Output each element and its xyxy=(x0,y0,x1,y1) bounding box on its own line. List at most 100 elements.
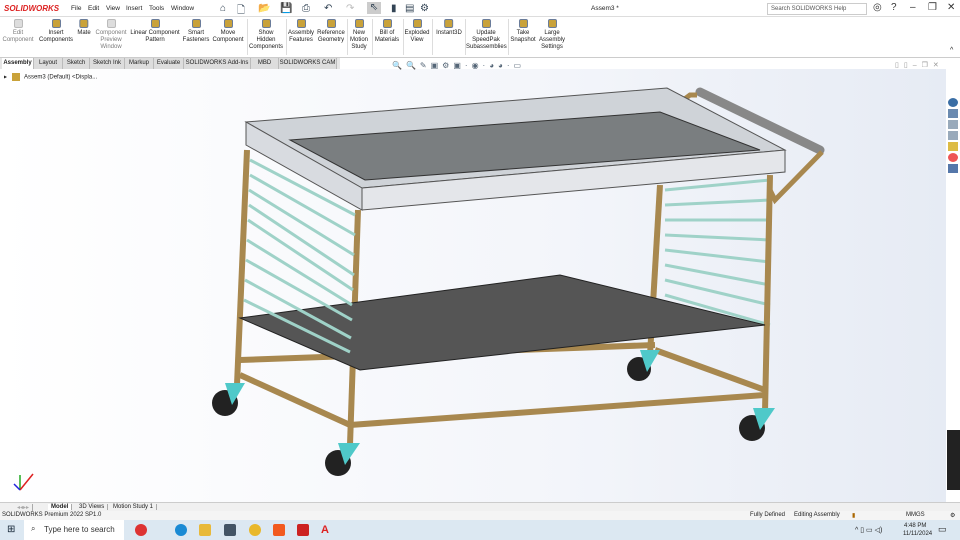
menu-window[interactable]: Window xyxy=(171,5,194,12)
tab-evaluate[interactable]: Evaluate xyxy=(154,58,184,69)
side-toolbar[interactable] xyxy=(947,430,960,490)
tab-layout[interactable]: Layout xyxy=(34,58,63,69)
definition-status: Fully Defined xyxy=(750,512,786,518)
status-settings-icon[interactable]: ⚙ xyxy=(950,512,955,519)
undo-icon[interactable]: ↶ xyxy=(324,3,332,14)
solidworks-logo: SOLIDWORKS xyxy=(4,4,60,13)
calculator-icon[interactable] xyxy=(224,524,236,536)
tab-solidworks-cam[interactable]: SOLIDWORKS CAM xyxy=(279,58,337,69)
print-icon[interactable]: ⎙ xyxy=(302,3,310,14)
minimize-button[interactable]: – xyxy=(910,2,916,13)
brave-icon[interactable] xyxy=(273,524,285,536)
system-tray-icons[interactable]: ^ ▯ ▭ ◁) xyxy=(855,526,882,534)
large-assembly-settings-button[interactable]: Large Assembly Settings xyxy=(538,19,566,50)
pattern-icon xyxy=(150,19,160,28)
collapse-ribbon-icon[interactable]: ^ xyxy=(950,47,953,54)
tab-model[interactable]: Model xyxy=(48,504,73,510)
show-hidden-components-button[interactable]: Show Hidden Components xyxy=(249,19,283,50)
help-search-input[interactable]: Search SOLIDWORKS Help xyxy=(767,3,867,15)
tab-markup[interactable]: Markup xyxy=(125,58,154,69)
notifications-icon[interactable]: ▭ xyxy=(938,524,947,535)
insert-components-icon xyxy=(51,19,61,28)
clock-time[interactable]: 4:48 PM xyxy=(904,523,926,529)
tab-assembly[interactable]: Assembly xyxy=(2,58,34,69)
rebuild-icon[interactable]: ▮ xyxy=(391,3,397,14)
graphics-area[interactable] xyxy=(0,69,946,502)
tab-scroll-arrows-icon[interactable]: ◂◂▸▸ xyxy=(14,504,34,511)
account-icon[interactable]: ◎ xyxy=(873,2,882,13)
tab-motion-study-1[interactable]: Motion Study 1 xyxy=(110,504,158,510)
windows-start-icon[interactable]: ⊞ xyxy=(7,524,15,535)
close-button[interactable]: ✕ xyxy=(947,2,955,13)
menu-insert[interactable]: Insert xyxy=(126,5,142,12)
clock-date[interactable]: 11/11/2024 xyxy=(903,531,932,537)
take-snapshot-button[interactable]: Take Snapshot xyxy=(510,19,536,44)
right-slats xyxy=(664,178,771,327)
exploded-view-button[interactable]: Exploded View xyxy=(404,19,430,44)
mate-icon xyxy=(79,19,89,28)
options-gear-icon[interactable]: ⚙ xyxy=(420,3,429,14)
menu-edit[interactable]: Edit xyxy=(88,5,99,12)
tree-item-assem3[interactable]: Assem3 (Default) <Displa... xyxy=(24,75,97,81)
large-assembly-icon xyxy=(547,19,557,28)
instant3d-button[interactable]: Instant3D xyxy=(436,19,462,37)
menu-file[interactable]: File xyxy=(71,5,81,12)
design-library-icon[interactable] xyxy=(948,109,958,118)
open-icon[interactable]: 📂 xyxy=(258,3,270,14)
solidworks-taskbar-icon[interactable] xyxy=(297,524,309,536)
select-icon[interactable]: ⇖ xyxy=(367,2,381,14)
task-pane-tabs[interactable] xyxy=(946,96,960,196)
preview-window-icon xyxy=(106,19,116,28)
save-icon[interactable]: 💾 xyxy=(280,3,292,14)
solidworks-forum-icon[interactable] xyxy=(948,164,958,173)
bill-of-materials-button[interactable]: Bill of Materials xyxy=(374,19,400,44)
file-explorer-taskbar-icon[interactable] xyxy=(199,524,211,536)
linear-component-pattern-button[interactable]: Linear Component Pattern xyxy=(129,19,181,44)
speedpak-icon xyxy=(481,19,491,28)
heads-up-view-toolbar[interactable]: 🔍🔍✎▣⚙▣·◉·◕◕·▭ xyxy=(392,61,525,70)
tab-solidworks-add-ins[interactable]: SOLIDWORKS Add-Ins xyxy=(184,58,251,69)
edge-icon[interactable] xyxy=(175,524,187,536)
restore-button[interactable]: ❐ xyxy=(928,2,937,13)
insert-components-button[interactable]: Insert Components xyxy=(38,19,74,44)
assembly-features-button[interactable]: Assembly Features xyxy=(286,19,316,44)
news-widget-icon[interactable] xyxy=(135,524,147,536)
menu-tools[interactable]: Tools xyxy=(149,5,164,12)
redo-icon[interactable]: ↷ xyxy=(346,3,354,14)
home-icon[interactable]: ⌂ xyxy=(220,3,226,14)
rebuild-indicator-icon: ▮ xyxy=(852,513,856,519)
appearances-icon[interactable] xyxy=(948,142,958,151)
exploded-view-icon xyxy=(412,19,422,28)
view-palette-icon[interactable] xyxy=(948,131,958,140)
document-title: Assem3 * xyxy=(591,5,619,12)
move-component-icon xyxy=(223,19,233,28)
tab-sketch[interactable]: Sketch xyxy=(63,58,90,69)
chrome-icon[interactable] xyxy=(249,524,261,536)
move-component-button[interactable]: Move Component xyxy=(211,19,245,44)
file-properties-icon[interactable]: ▤ xyxy=(405,3,414,14)
unit-system[interactable]: MMGS xyxy=(906,512,925,518)
custom-properties-icon[interactable] xyxy=(948,153,958,162)
mate-button[interactable]: Mate xyxy=(77,19,91,37)
file-explorer-icon[interactable] xyxy=(948,120,958,129)
tab-3d-views[interactable]: 3D Views xyxy=(76,504,109,510)
smart-fasteners-button[interactable]: Smart Fasteners xyxy=(182,19,210,44)
viewport-window-controls[interactable]: ▯▯–❐✕ xyxy=(895,61,944,69)
help-icon[interactable]: ? xyxy=(891,2,897,13)
reference-geometry-button[interactable]: Reference Geometry xyxy=(316,19,346,44)
update-speedpak-button[interactable]: Update SpeedPak Subassemblies xyxy=(466,19,507,50)
expand-arrow-icon[interactable]: ▸ xyxy=(4,75,7,81)
product-version: SOLIDWORKS Premium 2022 SP1.0 xyxy=(2,512,102,518)
tab-sketch-ink[interactable]: Sketch Ink xyxy=(90,58,125,69)
new-motion-study-button[interactable]: New Motion Study xyxy=(348,19,370,50)
command-manager-ribbon: Edit Component Insert Components Mate Co… xyxy=(0,17,960,58)
edit-component-button[interactable]: Edit Component xyxy=(1,19,35,44)
component-preview-window-button[interactable]: Component Preview Window xyxy=(94,19,128,50)
menu-view[interactable]: View xyxy=(106,5,120,12)
tab-mbd[interactable]: MBD xyxy=(251,58,279,69)
resources-icon[interactable] xyxy=(948,98,958,107)
model-tabs: ◂◂▸▸ Model 3D Views Motion Study 1 xyxy=(0,502,960,511)
acrobat-icon[interactable]: A xyxy=(321,524,333,536)
feature-tree: ▸ Assem3 (Default) <Displa... xyxy=(4,73,97,81)
taskbar-search-input[interactable]: ⌕ Type here to search xyxy=(24,520,124,540)
